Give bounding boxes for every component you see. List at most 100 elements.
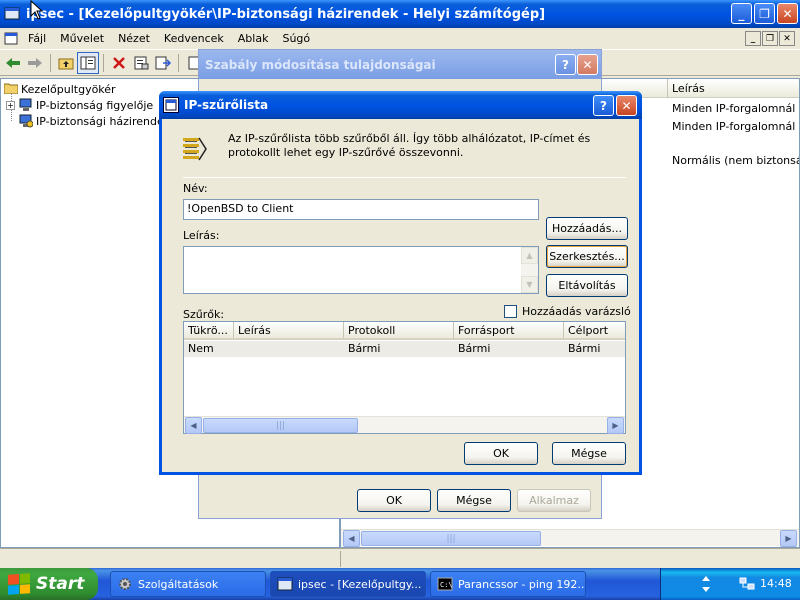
expand-plus-icon[interactable]: + — [6, 100, 15, 110]
clock[interactable]: 14:48 — [760, 577, 792, 590]
up-folder-icon[interactable] — [55, 52, 77, 74]
scroll-thumb[interactable]: ||| — [203, 418, 358, 433]
ip-filter-list-title: IP-szűrőlista — [184, 98, 269, 112]
properties-icon[interactable] — [130, 52, 152, 74]
close-button[interactable]: ✕ — [777, 3, 798, 24]
ip-filter-list-title-bar[interactable]: IP-szűrőlista — [159, 91, 642, 119]
cell-mirror: Nem — [188, 342, 214, 355]
description-vertical-scrollbar[interactable]: ▲ ▼ — [521, 247, 538, 293]
list-row-description[interactable]: Minden IP-forgalomnál min — [672, 102, 799, 115]
toolbar-separator — [50, 53, 51, 72]
child-close-button[interactable]: ✕ — [779, 31, 795, 46]
help-button[interactable]: ? — [555, 54, 576, 75]
monitor-computer-icon — [19, 98, 33, 112]
menu-window[interactable]: Ablak — [231, 32, 276, 45]
filters-label: Szűrők: — [183, 308, 225, 321]
services-gear-icon — [117, 576, 133, 592]
tree-item-root[interactable]: Kezelőpultgyökér — [3, 81, 116, 97]
menu-help[interactable]: Súgó — [275, 32, 317, 45]
menu-view[interactable]: Nézet — [111, 32, 157, 45]
menu-favorites[interactable]: Kedvencek — [157, 32, 231, 45]
scroll-down-arrow-icon[interactable]: ▼ — [521, 276, 538, 293]
minimize-button[interactable]: _ — [731, 3, 752, 24]
filter-list-icon — [182, 136, 208, 167]
filters-list: Tükrö... Leírás Protokoll Forrásport Cél… — [183, 321, 626, 434]
tray-arrows-icon[interactable] — [701, 576, 711, 595]
menu-bar: Fájl Művelet Nézet Kedvencek Ablak Súgó — [0, 28, 800, 50]
add-button[interactable]: Hozzáadás... — [546, 217, 628, 240]
name-field[interactable]: !OpenBSD to Client — [183, 199, 539, 220]
cell-dest-port: Bármi — [568, 342, 601, 355]
start-label: Start — [36, 574, 85, 594]
column-description[interactable]: Leírás — [234, 322, 344, 338]
remove-button[interactable]: Eltávolítás — [546, 274, 628, 297]
taskbar-item-ipsec[interactable]: ipsec - [Kezelőpultgy... — [270, 571, 426, 597]
windows-logo-icon — [8, 573, 30, 595]
cell-description — [234, 341, 344, 357]
cancel-button[interactable]: Mégse — [552, 442, 626, 465]
scroll-left-arrow-icon[interactable]: ◀ — [185, 417, 202, 434]
add-wizard-label[interactable]: Hozzáadás varázsló — [522, 305, 631, 318]
menu-file[interactable]: Fájl — [21, 32, 53, 45]
close-button[interactable]: ✕ — [616, 95, 637, 116]
scroll-thumb[interactable]: ||| — [361, 531, 541, 546]
mmc-app-icon — [4, 6, 20, 22]
window-icon — [163, 97, 179, 113]
close-button[interactable]: ✕ — [577, 54, 598, 75]
cancel-button[interactable]: Mégse — [437, 489, 511, 512]
tree-item-label: IP-biztonsági házirendek — [36, 114, 171, 128]
list-horizontal-scrollbar[interactable]: ◀ ||| ▶ — [341, 529, 799, 547]
apply-button[interactable]: Alkalmaz — [517, 489, 591, 512]
taskbar-item-services[interactable]: Szolgáltatások — [110, 571, 266, 597]
dialog-description: Az IP-szűrőlista több szűrőből áll. Így … — [228, 132, 591, 159]
status-bar — [0, 548, 800, 568]
restore-button[interactable]: ❐ — [754, 3, 775, 24]
filters-horizontal-scrollbar[interactable]: ◀ ||| ▶ — [184, 416, 625, 434]
list-header-description[interactable]: Leírás — [668, 82, 705, 95]
tree-item-ip-security-monitor[interactable]: + IP-biztonság figyelője — [6, 97, 153, 113]
cell-source-port: Bármi — [458, 342, 491, 355]
tree-item-ip-security-policies[interactable]: IP-biztonsági házirendek — [19, 113, 170, 129]
tree-item-root-label: Kezelőpultgyökér — [21, 82, 116, 96]
filters-list-header: Tükrö... Leírás Protokoll Forrásport Cél… — [184, 322, 625, 340]
list-row-description[interactable]: Normális (nem biztonságos — [672, 154, 799, 167]
scroll-left-arrow-icon[interactable]: ◀ — [343, 530, 360, 547]
show-tree-icon[interactable] — [77, 51, 99, 74]
table-row[interactable]: Nem Bármi Bármi Bármi — [184, 341, 625, 357]
toolbar-separator — [103, 53, 104, 72]
ok-button[interactable]: OK — [357, 489, 431, 512]
column-protocol[interactable]: Protokoll — [344, 322, 454, 338]
scroll-right-arrow-icon[interactable]: ▶ — [607, 417, 624, 434]
list-row-description[interactable]: Minden IP-forgalomnál min — [672, 120, 799, 133]
rule-properties-title: Szabály módosítása tulajdonságai — [205, 57, 436, 72]
description-field[interactable]: ▲ ▼ — [183, 246, 539, 294]
system-tray: 14:48 — [660, 568, 800, 600]
description-label: Leírás: — [183, 229, 220, 242]
back-arrow-icon[interactable] — [2, 52, 24, 74]
taskbar: Start Szolgáltatások ipsec - [Kezelőpult… — [0, 568, 800, 600]
start-button[interactable]: Start — [0, 568, 98, 600]
export-list-icon[interactable] — [152, 52, 174, 74]
child-restore-button[interactable]: ❐ — [762, 31, 778, 46]
edit-button[interactable]: Szerkesztés... — [546, 245, 628, 268]
rule-properties-title-bar[interactable]: Szabály módosítása tulajdonságai — [199, 50, 601, 79]
column-dest-port[interactable]: Célport — [564, 322, 625, 338]
forward-arrow-icon[interactable] — [24, 52, 46, 74]
network-connection-icon[interactable] — [739, 576, 755, 595]
scroll-up-arrow-icon[interactable]: ▲ — [521, 247, 538, 264]
column-source-port[interactable]: Forrásport — [454, 322, 564, 338]
mmc-child-icon — [4, 32, 18, 46]
add-wizard-checkbox[interactable] — [504, 305, 517, 318]
child-minimize-button[interactable]: _ — [745, 31, 761, 46]
svg-text:C:\: C:\ — [440, 581, 453, 589]
mmc-title-bar[interactable]: ipsec - [Kezelőpultgyökér\IP-biztonsági … — [0, 0, 800, 28]
status-divider — [340, 551, 341, 567]
taskbar-item-command-prompt[interactable]: C:\ Parancssor - ping 192.... — [430, 571, 586, 597]
help-button[interactable]: ? — [593, 95, 614, 116]
menu-action[interactable]: Művelet — [53, 32, 111, 45]
ok-button[interactable]: OK — [464, 442, 538, 465]
mouse-cursor-icon — [30, 0, 44, 23]
scroll-right-arrow-icon[interactable]: ▶ — [780, 530, 797, 547]
column-mirror[interactable]: Tükrö... — [184, 322, 234, 338]
delete-icon[interactable] — [108, 52, 130, 74]
